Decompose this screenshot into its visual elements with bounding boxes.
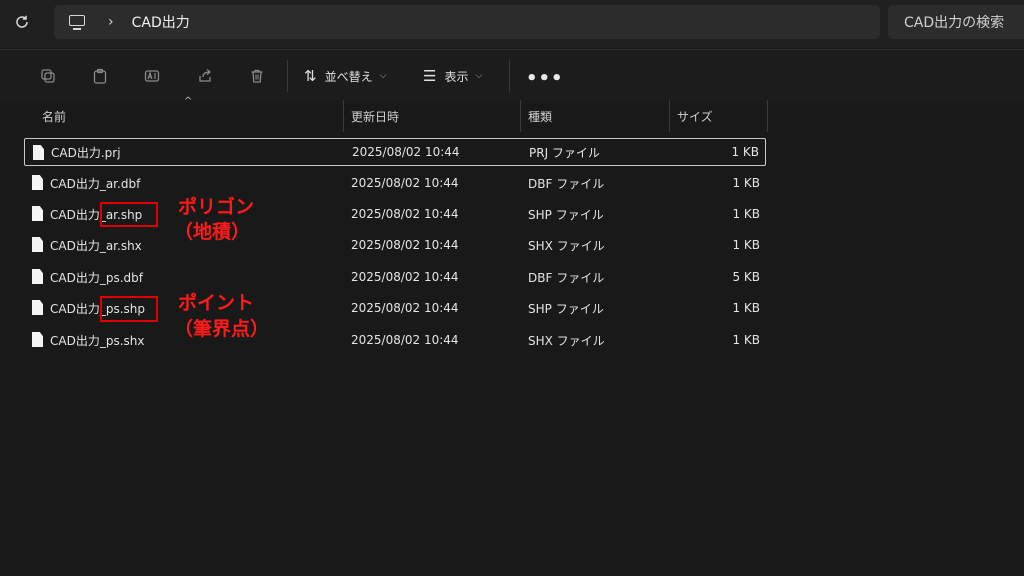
breadcrumb[interactable]: › CAD出力 <box>54 5 880 39</box>
file-icon <box>32 237 43 252</box>
file-type: SHX ファイル <box>528 238 605 253</box>
file-icon <box>32 332 43 347</box>
column-divider[interactable] <box>669 100 670 132</box>
this-pc-icon[interactable] <box>68 14 86 30</box>
view-label: 表示 <box>444 69 469 84</box>
sort-ascending-icon: ^ <box>184 96 193 107</box>
file-icon <box>32 175 43 190</box>
annotation-point-boundary: （筆界点） <box>174 318 270 340</box>
annotation-point: ポイント <box>178 292 255 314</box>
file-icon <box>32 269 43 284</box>
breadcrumb-current-folder[interactable]: CAD出力 <box>132 12 190 32</box>
sort-button[interactable]: ⇅ 並べ替え ⌵ <box>304 64 386 88</box>
highlight-box-ps-shp <box>100 296 158 322</box>
file-modified: 2025/08/02 10:44 <box>351 176 459 190</box>
sort-label: 並べ替え <box>324 69 373 84</box>
sort-arrows-icon: ⇅ <box>304 67 317 85</box>
file-type: SHX ファイル <box>528 333 605 348</box>
file-icon <box>32 300 43 315</box>
chevron-down-icon: ⌵ <box>475 71 483 81</box>
column-header-row: ^ 名前 更新日時 種類 サイズ <box>22 96 768 132</box>
file-type: PRJ ファイル <box>529 145 600 160</box>
table-row[interactable]: CAD出力_ar.shx 2025/08/02 10:44 SHX ファイル 1… <box>24 231 766 259</box>
file-modified: 2025/08/02 10:44 <box>351 270 459 284</box>
annotation-polygon-area: （地積） <box>174 221 251 243</box>
more-options-icon[interactable]: ••• <box>526 68 564 89</box>
file-modified: 2025/08/02 10:44 <box>351 207 459 221</box>
address-bar: › CAD出力 CAD出力の検索 <box>0 0 1024 48</box>
file-size: 1 KB <box>732 333 760 347</box>
search-input[interactable]: CAD出力の検索 <box>888 5 1024 39</box>
table-row[interactable]: CAD出力_ar.dbf 2025/08/02 10:44 DBF ファイル 1… <box>24 169 766 197</box>
table-row[interactable]: CAD出力_ps.shx 2025/08/02 10:44 SHX ファイル 1… <box>24 326 766 354</box>
file-icon <box>33 145 44 160</box>
toolbar-divider <box>287 60 288 92</box>
annotation-polygon: ポリゴン <box>178 196 255 218</box>
toolbar-divider <box>509 60 510 92</box>
column-divider[interactable] <box>767 100 768 132</box>
file-size: 1 KB <box>731 145 759 159</box>
file-modified: 2025/08/02 10:44 <box>351 238 459 252</box>
paste-icon[interactable] <box>90 66 110 86</box>
chevron-down-icon: ⌵ <box>379 71 387 81</box>
column-divider[interactable] <box>520 100 521 132</box>
file-name: CAD出力_ps.shx <box>50 333 145 348</box>
file-type: SHP ファイル <box>528 207 604 222</box>
highlight-box-ar-shp <box>100 202 158 227</box>
delete-icon[interactable] <box>247 66 267 86</box>
column-divider[interactable] <box>343 100 344 132</box>
file-size: 1 KB <box>732 301 760 315</box>
column-header-size[interactable]: サイズ <box>677 100 713 132</box>
copy-icon[interactable] <box>38 66 58 86</box>
file-type: SHP ファイル <box>528 301 604 316</box>
file-type: DBF ファイル <box>528 176 605 191</box>
file-type: DBF ファイル <box>528 270 605 285</box>
table-row[interactable]: CAD出力.prj 2025/08/02 10:44 PRJ ファイル 1 KB <box>24 138 766 166</box>
breadcrumb-chevron-icon[interactable]: › <box>108 14 114 30</box>
column-header-type[interactable]: 種類 <box>528 100 552 132</box>
file-size: 1 KB <box>732 207 760 221</box>
table-row[interactable]: CAD出力_ps.dbf 2025/08/02 10:44 DBF ファイル 5… <box>24 263 766 291</box>
file-name: CAD出力_ar.shx <box>50 238 142 253</box>
file-modified: 2025/08/02 10:44 <box>352 145 460 159</box>
view-list-icon: ☰ <box>423 67 437 85</box>
file-modified: 2025/08/02 10:44 <box>351 301 459 315</box>
file-name: CAD出力.prj <box>51 145 121 160</box>
file-size: 1 KB <box>732 176 760 190</box>
file-size: 1 KB <box>732 238 760 252</box>
file-name: CAD出力_ar.dbf <box>50 176 141 191</box>
file-modified: 2025/08/02 10:44 <box>351 333 459 347</box>
file-size: 5 KB <box>732 270 760 284</box>
share-icon[interactable] <box>195 66 215 86</box>
refresh-icon[interactable] <box>8 8 36 36</box>
view-button[interactable]: ☰ 表示 ⌵ <box>423 64 482 88</box>
command-bar: ⇅ 並べ替え ⌵ ☰ 表示 ⌵ ••• <box>0 49 1024 101</box>
file-icon <box>32 206 43 221</box>
column-header-name[interactable]: 名前 <box>42 100 66 132</box>
column-header-modified[interactable]: 更新日時 <box>351 100 399 132</box>
file-name: CAD出力_ps.dbf <box>50 270 143 285</box>
rename-icon[interactable] <box>142 66 162 86</box>
